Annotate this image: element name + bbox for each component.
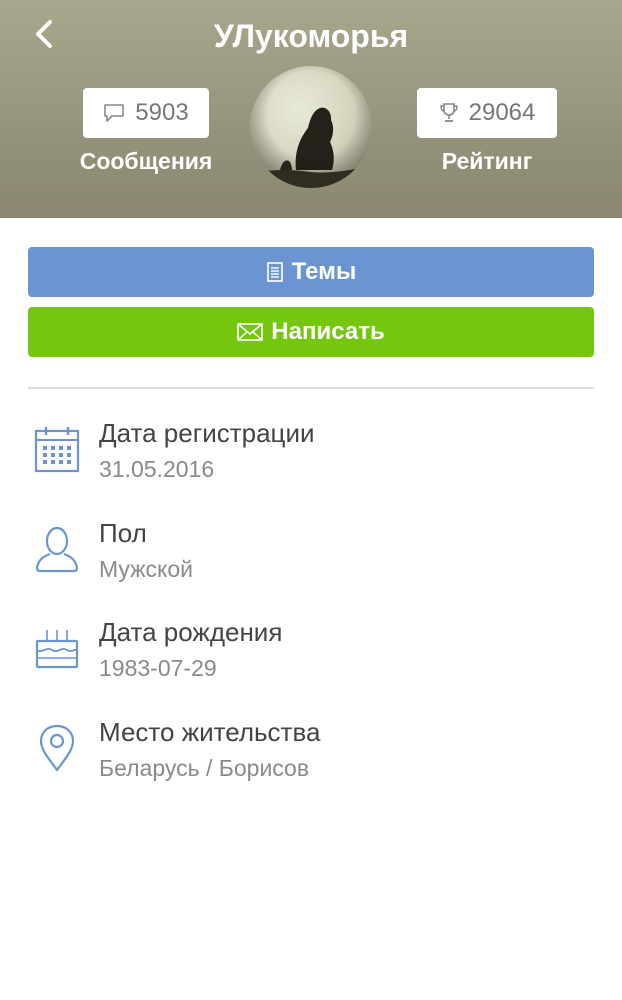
info-item-registration-date: Дата регистрации 31.05.2016	[0, 418, 622, 498]
info-value: Беларусь / Борисов	[99, 755, 310, 781]
rating-label: Рейтинг	[441, 148, 533, 174]
speech-bubble-icon	[103, 103, 125, 123]
write-message-button[interactable]: Написать	[28, 307, 594, 357]
info-title: Пол	[99, 518, 147, 548]
info-item-location: Место жительства Беларусь / Борисов	[0, 717, 622, 797]
rating-count: 29064	[468, 99, 536, 126]
messages-label: Сообщения	[79, 148, 213, 174]
topics-button-label: Темы	[291, 258, 357, 285]
avatar[interactable]	[250, 66, 372, 188]
calendar-icon	[34, 424, 80, 474]
messages-count-box[interactable]: 5903	[83, 88, 209, 138]
info-value: Мужской	[99, 556, 194, 582]
list-icon	[266, 262, 284, 282]
info-value: 31.05.2016	[99, 456, 215, 482]
info-title: Дата регистрации	[99, 418, 315, 448]
rating-count-box[interactable]: 29064	[417, 88, 557, 138]
envelope-icon	[237, 322, 264, 342]
info-title: Место жительства	[99, 717, 321, 747]
topics-button[interactable]: Темы	[28, 247, 594, 297]
location-pin-icon	[34, 723, 80, 773]
trophy-icon	[439, 102, 459, 124]
profile-header: УЛукоморья 5903 Сообщения 29064 Рейтинг	[0, 0, 622, 218]
info-title: Дата рождения	[99, 617, 283, 647]
messages-count: 5903	[135, 99, 189, 126]
write-message-button-label: Написать	[271, 318, 385, 345]
info-value: 1983-07-29	[99, 655, 217, 681]
info-item-birth-date: Дата рождения 1983-07-29	[0, 617, 622, 697]
divider	[28, 387, 594, 389]
person-icon	[34, 524, 80, 574]
page-title: УЛукоморья	[213, 18, 409, 54]
cake-icon	[34, 623, 80, 673]
info-item-gender: Пол Мужской	[0, 518, 622, 598]
